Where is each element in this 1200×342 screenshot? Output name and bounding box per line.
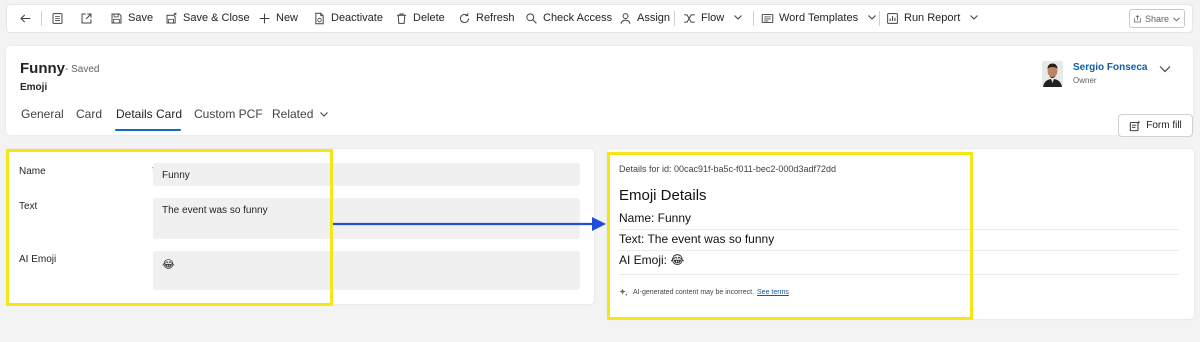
open-new-window-button[interactable]: [80, 5, 98, 32]
form-icon: [52, 13, 63, 24]
plus-icon: [259, 13, 270, 24]
assign-label: Assign: [637, 12, 671, 24]
new-label: New: [276, 12, 299, 24]
tab-custom-pcf[interactable]: Custom PCF: [194, 107, 263, 121]
arrow-icon: [333, 217, 606, 231]
flow-button[interactable]: Flow: [683, 5, 743, 32]
divider: [41, 11, 42, 26]
divider: [619, 229, 1179, 230]
open-in-new-icon: [81, 13, 92, 24]
save-icon: [111, 13, 122, 24]
search-icon: [526, 13, 537, 24]
chevron-down-icon: [320, 112, 329, 117]
form-fill-icon: [1130, 120, 1141, 131]
document-icon: [315, 12, 324, 25]
deactivate-button[interactable]: Deactivate: [313, 5, 383, 32]
divider: [674, 11, 675, 26]
save-status: - Saved: [65, 64, 100, 75]
save-button[interactable]: Save: [110, 5, 153, 32]
details-name: Name: Funny: [619, 211, 692, 225]
save-close-button[interactable]: Save & Close: [165, 5, 250, 32]
check-access-label: Check Access: [543, 12, 613, 24]
delete-button[interactable]: Delete: [395, 5, 445, 32]
details-text: Text: The event was so funny: [619, 232, 775, 246]
save-label: Save: [128, 12, 154, 24]
divider: [619, 274, 1179, 275]
sparkle-icon: [619, 288, 628, 297]
text-label: Text: [19, 201, 38, 212]
details-emoji: AI Emoji: 😂: [619, 253, 685, 267]
ai-disclaimer-text: AI-generated content may be incorrect.: [633, 289, 755, 296]
word-templates-button[interactable]: Word Templates: [761, 5, 877, 32]
refresh-icon: [459, 13, 470, 24]
avatar-image: [1042, 61, 1063, 87]
details-heading: Emoji Details: [619, 187, 707, 204]
back-button[interactable]: [19, 5, 37, 32]
tab-related[interactable]: Related: [272, 107, 329, 121]
tab-details-card[interactable]: Details Card: [116, 107, 182, 121]
tab-general[interactable]: General: [21, 107, 64, 121]
save-close-label: Save & Close: [183, 12, 250, 24]
command-bar: Save Save & Close New Deactivate Delete …: [6, 4, 1193, 33]
name-field[interactable]: Funny: [153, 163, 580, 186]
back-arrow-icon: [20, 14, 31, 23]
flow-label: Flow: [701, 12, 725, 24]
expand-header-button[interactable]: [1158, 62, 1172, 81]
form-fill-button[interactable]: Form fill: [1118, 114, 1193, 137]
run-report-label: Run Report: [904, 12, 961, 24]
refresh-button[interactable]: Refresh: [458, 5, 515, 32]
divider: [619, 250, 1179, 251]
divider: [879, 11, 880, 26]
record-title: Funny: [20, 60, 65, 77]
report-icon: [887, 13, 898, 24]
trash-icon: [397, 13, 406, 24]
chevron-down-icon: [867, 12, 877, 25]
details-card: Details for id: 00cac91f-ba5c-f011-bec2-…: [607, 149, 1194, 319]
delete-label: Delete: [413, 12, 445, 24]
chevron-down-icon: [733, 12, 743, 25]
save-close-icon: [166, 12, 177, 24]
name-label: Name: [19, 166, 46, 177]
chevron-down-icon: [969, 12, 979, 25]
record-header: Funny - Saved Emoji General Card Details…: [6, 46, 1193, 135]
tab-related-label: Related: [272, 107, 314, 121]
details-id: Details for id: 00cac91f-ba5c-f011-bec2-…: [619, 164, 836, 174]
flow-icon: [684, 14, 695, 23]
share-icon: [1134, 14, 1141, 22]
new-button[interactable]: New: [258, 5, 298, 32]
share-button[interactable]: Share: [1129, 9, 1185, 28]
ai-emoji-label: AI Emoji: [19, 254, 57, 265]
chevron-down-icon: [1159, 66, 1171, 73]
entity-name: Emoji: [20, 82, 48, 93]
check-access-button[interactable]: Check Access: [525, 5, 612, 32]
owner-role: Owner: [1073, 76, 1097, 85]
record-set-button[interactable]: [51, 5, 69, 32]
person-icon: [620, 13, 631, 24]
share-label: Share: [1144, 13, 1170, 24]
tab-card[interactable]: Card: [76, 107, 102, 121]
ai-emoji-field[interactable]: 😂: [153, 251, 580, 290]
run-report-button[interactable]: Run Report: [886, 5, 979, 32]
word-templates-label: Word Templates: [779, 12, 859, 24]
see-terms-link[interactable]: See terms: [757, 289, 789, 296]
assign-button[interactable]: Assign: [619, 5, 670, 32]
deactivate-label: Deactivate: [331, 12, 383, 24]
active-tab-indicator: [115, 129, 181, 131]
form-fill-label: Form fill: [1146, 120, 1182, 131]
owner-name[interactable]: Sergio Fonseca: [1073, 62, 1147, 73]
divider: [753, 11, 754, 26]
chevron-down-icon: [1173, 16, 1180, 21]
avatar[interactable]: [1042, 61, 1063, 87]
word-template-icon: [761, 13, 774, 24]
ai-disclaimer: AI-generated content may be incorrect. S…: [619, 288, 789, 297]
refresh-label: Refresh: [476, 12, 515, 24]
